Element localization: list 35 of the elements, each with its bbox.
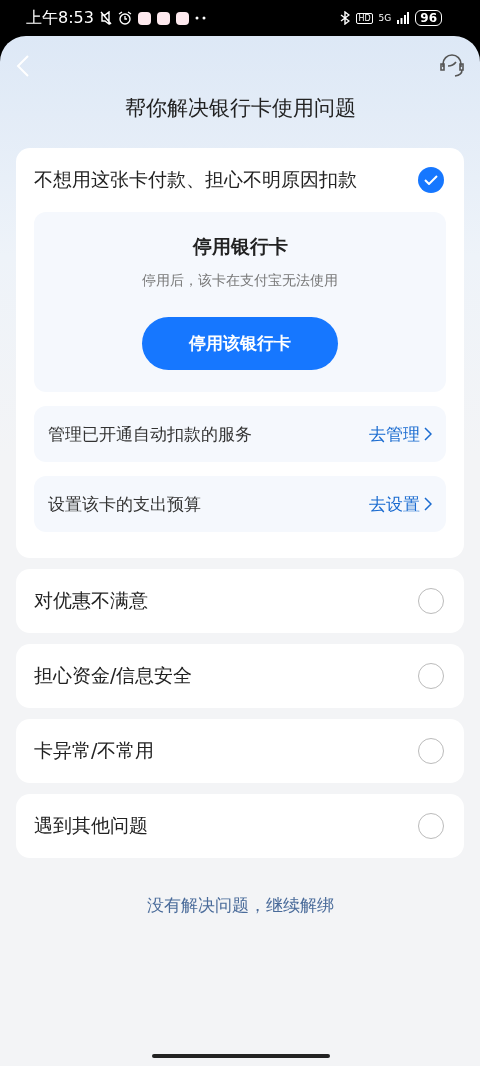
reason-label: 对优惠不满意 [34,588,149,613]
page-title: 帮你解决银行卡使用问题 [123,95,357,122]
panel-subtitle: 停用后，该卡在支付宝无法使用 [142,272,338,290]
action-link[interactable]: 去管理 [369,422,432,446]
hd-badge: HD [356,12,373,24]
chevron-right-icon [424,497,432,511]
panel-title: 停用银行卡 [192,234,288,259]
reason-label: 遇到其他问题 [34,813,149,838]
mute-icon [99,11,112,25]
continue-unbind-link[interactable]: 没有解决问题，继续解绑 [146,895,334,915]
bluetooth-icon [340,11,351,25]
app-notification-icon [137,11,151,25]
option-row[interactable]: 设置该卡的支出预算 去设置 [34,476,446,532]
disable-card-button[interactable]: 停用该银行卡 [142,317,338,370]
network-type: 5G [378,13,392,23]
chevron-right-icon [424,427,432,441]
action-link[interactable]: 去设置 [369,492,432,516]
battery-level: 96 [415,10,442,26]
checked-radio[interactable] [418,167,444,193]
customer-service-icon[interactable] [438,52,466,80]
home-indicator[interactable] [152,1054,330,1058]
reason-label: 担心资金/信息安全 [34,663,194,688]
more-icon [194,16,207,20]
option-label: 设置该卡的支出预算 [48,492,202,516]
app-notification-icon [175,11,189,25]
back-icon[interactable] [16,54,30,78]
clock-time: 上午8:53 [26,7,94,29]
signal-icon [397,12,410,24]
option-row[interactable]: 管理已开通自动扣款的服务 去管理 [34,406,446,462]
option-label: 管理已开通自动扣款的服务 [48,422,253,446]
reason-label: 不想用这张卡付款、担心不明原因扣款 [34,167,358,192]
alarm-icon [117,11,132,25]
app-notification-icon [156,11,170,25]
checkmark-icon [424,175,438,185]
reason-label: 卡异常/不常用 [34,738,156,763]
